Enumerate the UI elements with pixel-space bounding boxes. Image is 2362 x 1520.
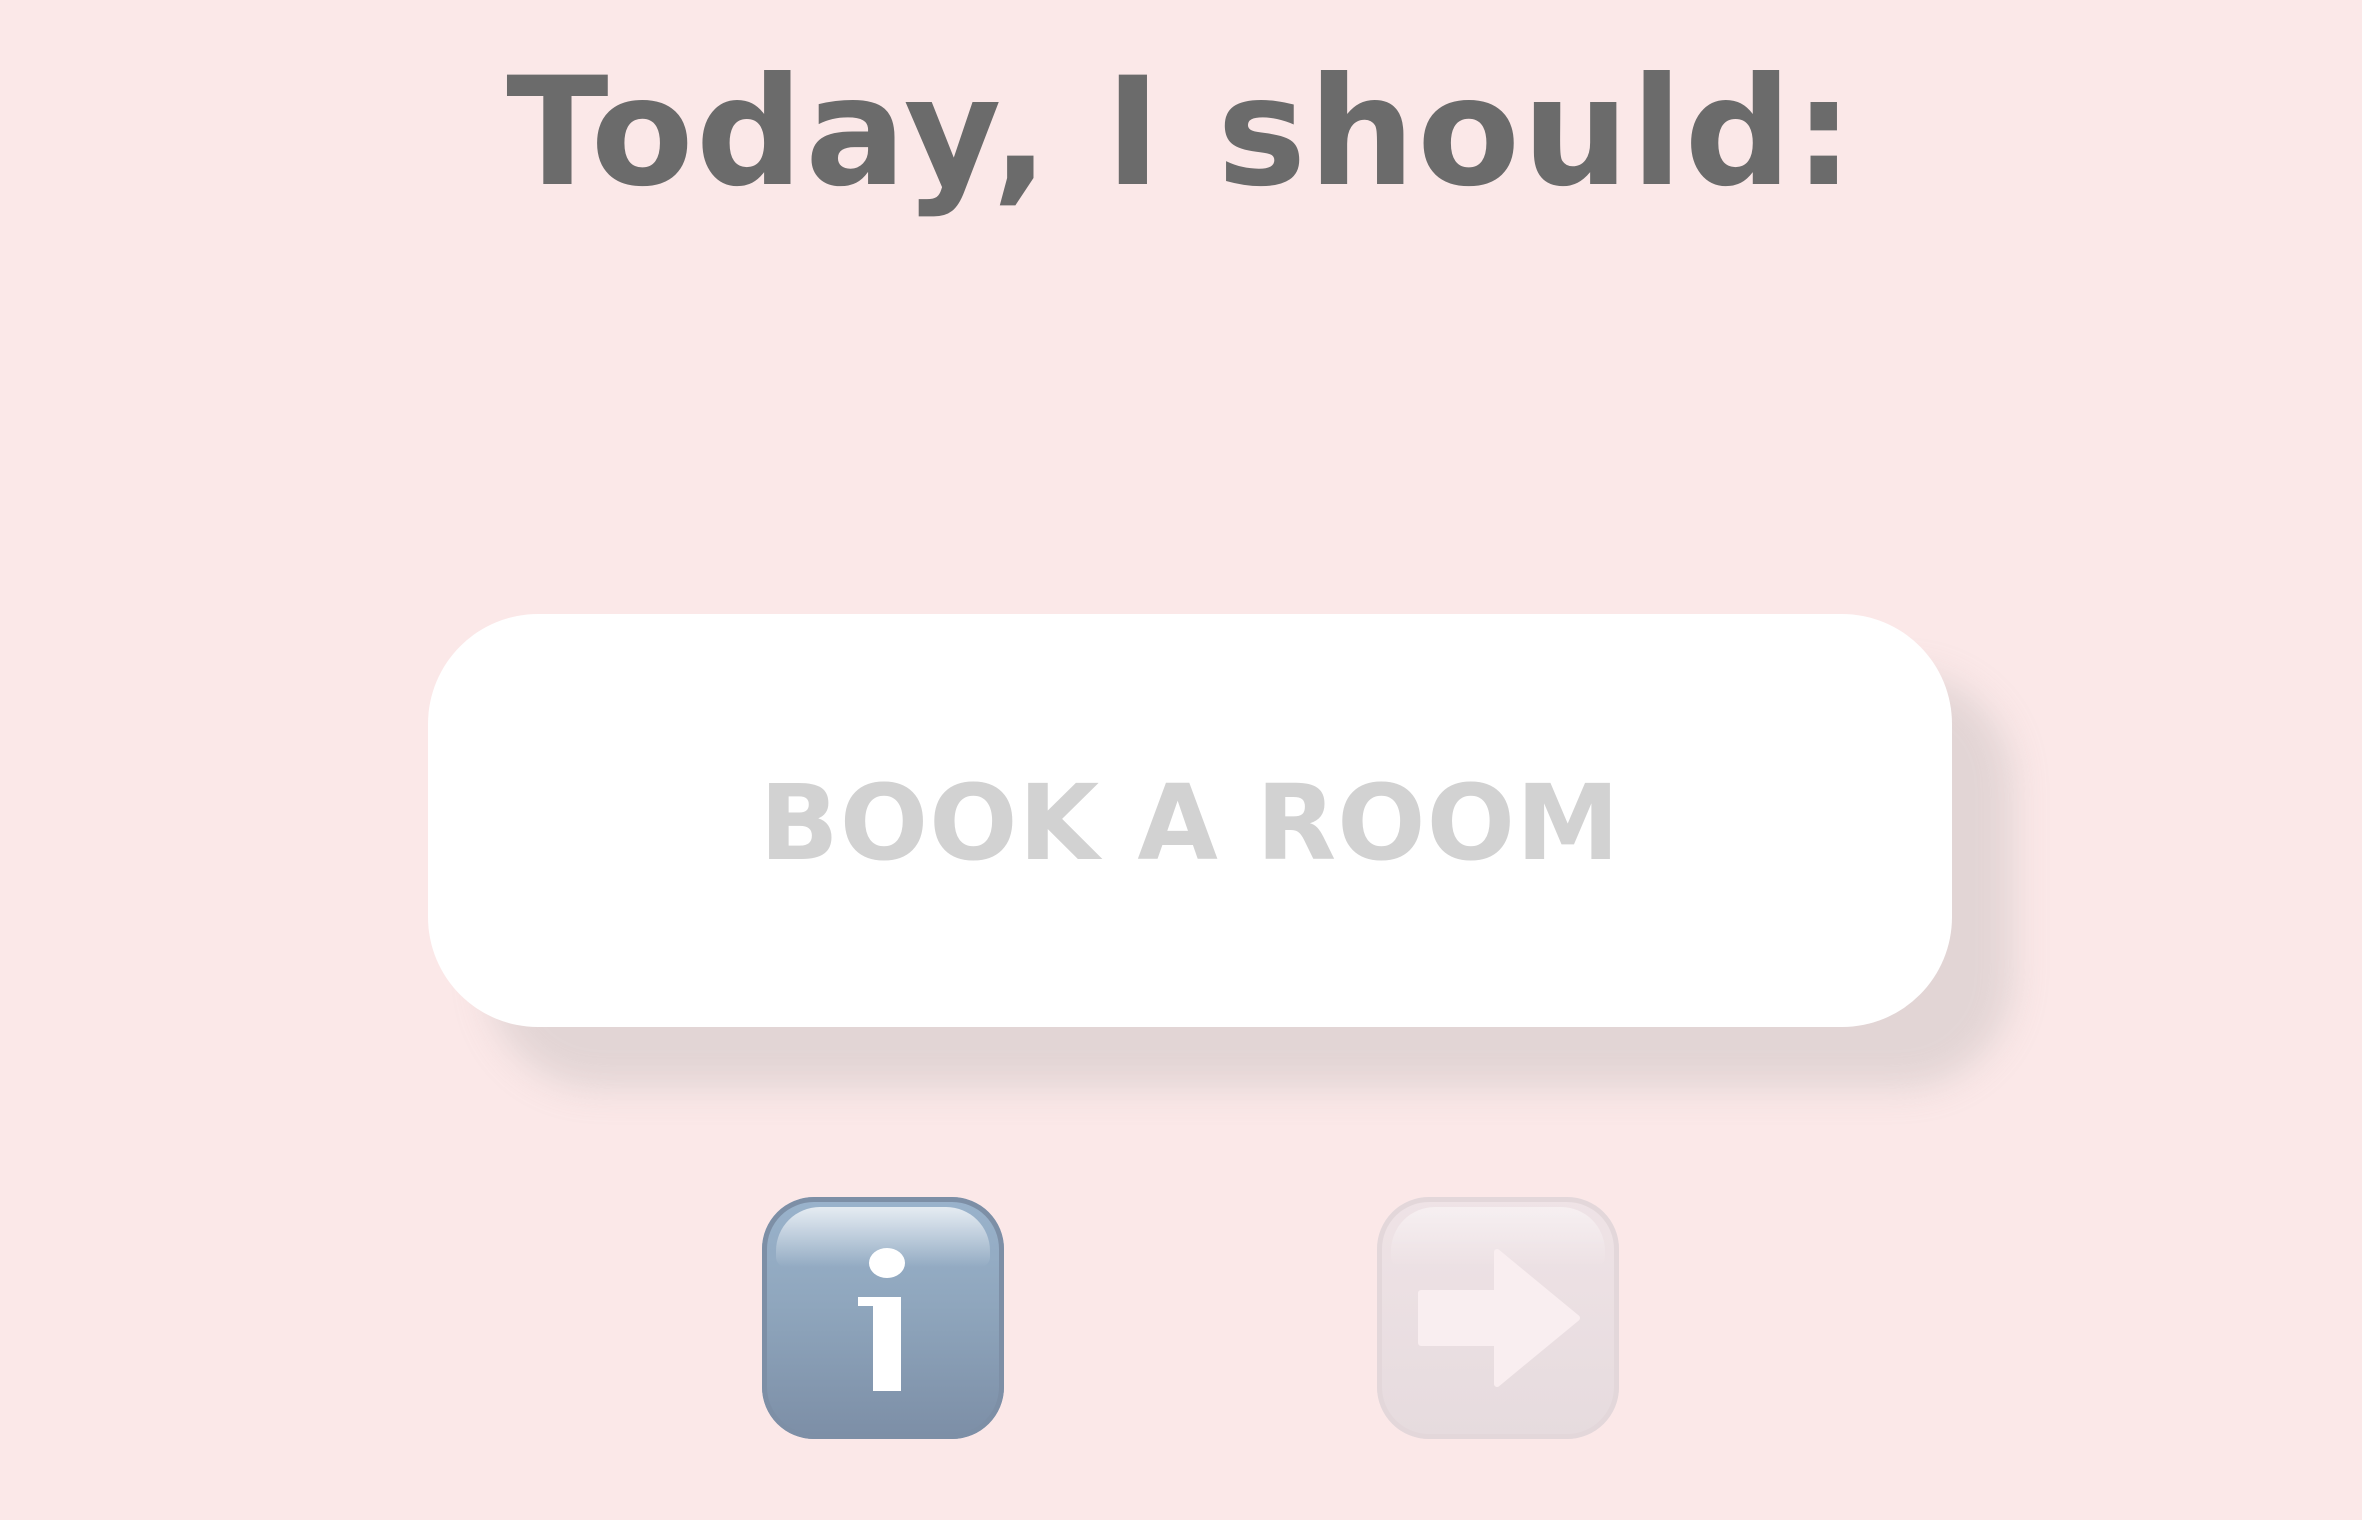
page-title: Today, I should: bbox=[506, 46, 1856, 220]
information-icon bbox=[858, 1248, 905, 1391]
info-button[interactable] bbox=[762, 1197, 1004, 1439]
next-button[interactable] bbox=[1377, 1197, 1619, 1439]
book-a-room-button[interactable]: BOOK A ROOM bbox=[428, 614, 1952, 1027]
book-a-room-label: BOOK A ROOM bbox=[759, 761, 1621, 884]
right-arrow-icon bbox=[1418, 1249, 1580, 1387]
